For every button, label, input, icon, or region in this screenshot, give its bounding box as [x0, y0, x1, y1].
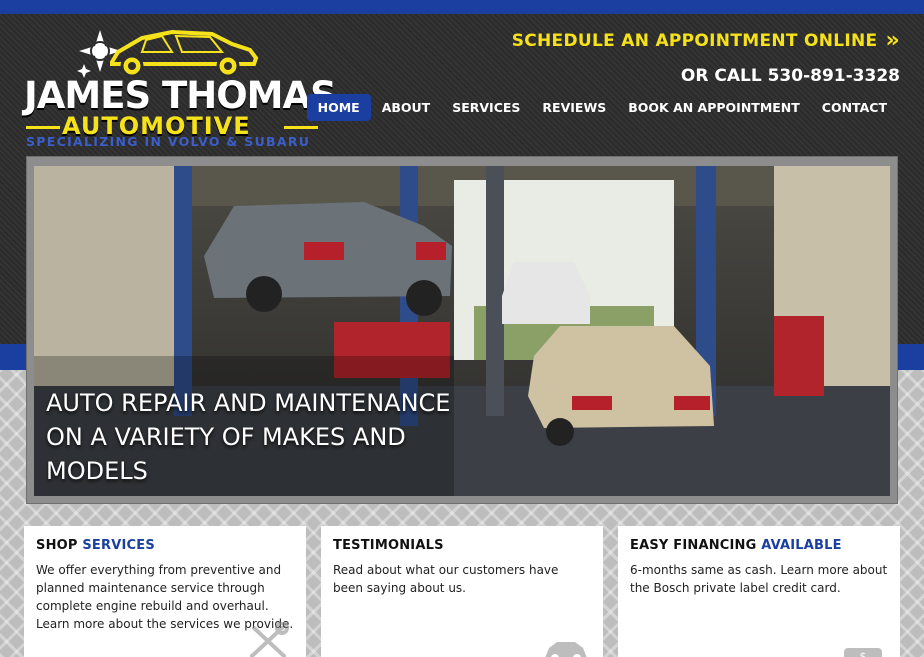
main-nav: HOME ABOUT SERVICES REVIEWS BOOK AN APPO…	[306, 94, 898, 121]
card-body: 6-months same as cash. Learn more about …	[630, 563, 888, 595]
card-title-plain: EASY FINANCING	[630, 538, 757, 553]
hero-headline: AUTO REPAIR AND MAINTENANCE ON A VARIETY…	[46, 389, 451, 485]
nav-item-services[interactable]: SERVICES	[441, 94, 531, 121]
nav-item-contact[interactable]: CONTACT	[811, 94, 898, 121]
card-title-accent: AVAILABLE	[761, 538, 842, 553]
card-shop-services[interactable]: SHOP SERVICES We offer everything from p…	[24, 526, 306, 657]
wrench-screwdriver-icon	[250, 622, 289, 657]
top-stripe	[0, 0, 924, 14]
car-icon	[545, 642, 587, 657]
logo-tagline: SPECIALIZING IN VOLVO & SUBARU	[26, 134, 311, 149]
logo-name: JAMES THOMAS	[24, 74, 337, 117]
card-title-plain: TESTIMONIALS	[333, 538, 444, 553]
car-logo-icon	[77, 29, 259, 78]
svg-text:$: $	[860, 650, 867, 657]
phone-number[interactable]: OR CALL 530-891-3328	[681, 66, 900, 86]
card-testimonials[interactable]: TESTIMONIALS Read about what our custome…	[321, 526, 603, 657]
logo-divider-right	[284, 126, 318, 129]
money-icon: $	[844, 648, 882, 657]
nav-item-about[interactable]: ABOUT	[371, 94, 442, 121]
site-logo[interactable]: JAMES THOMAS AUTOMOTIVE SPECIALIZING IN …	[22, 22, 337, 150]
nav-item-reviews[interactable]: REVIEWS	[531, 94, 617, 121]
logo-divider-left	[26, 126, 60, 129]
card-body: Read about what our customers have been …	[333, 563, 559, 595]
card-easy-financing[interactable]: EASY FINANCING AVAILABLE 6-months same a…	[618, 526, 900, 657]
nav-item-book-appointment[interactable]: BOOK AN APPOINTMENT	[617, 94, 811, 121]
cta-label: SCHEDULE AN APPOINTMENT ONLINE	[511, 31, 878, 51]
double-chevron-right-icon: »	[885, 28, 900, 53]
card-title-plain: SHOP	[36, 538, 78, 553]
card-title: EASY FINANCING AVAILABLE	[630, 538, 888, 553]
schedule-appointment-link[interactable]: SCHEDULE AN APPOINTMENT ONLINE »	[512, 30, 900, 52]
card-title: SHOP SERVICES	[36, 538, 294, 553]
nav-item-home[interactable]: HOME	[306, 94, 371, 121]
card-title-accent: SERVICES	[82, 538, 155, 553]
card-title: TESTIMONIALS	[333, 538, 591, 553]
